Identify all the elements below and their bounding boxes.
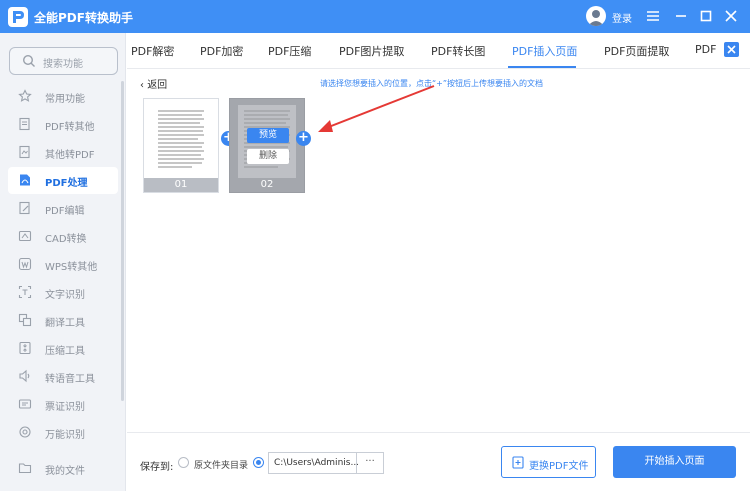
- sidebar-item-label: CAD转换: [45, 234, 87, 245]
- sidebar-item-label: WPS转其他: [45, 262, 98, 273]
- sidebar-item-label: PDF处理: [45, 178, 88, 189]
- active-tab-indicator: [508, 66, 576, 68]
- page-number: 02: [230, 178, 304, 192]
- sidebar-item-compress[interactable]: 压缩工具: [8, 335, 118, 362]
- tab-pdf-insert-page[interactable]: PDF插入页面: [512, 43, 577, 59]
- sidebar-item-pdf-to-other[interactable]: PDF转其他: [8, 111, 118, 138]
- minimize-icon[interactable]: [673, 7, 689, 25]
- sidebar-item-label: 票证识别: [45, 402, 85, 413]
- output-path-value: C:\Users\Adminis...: [274, 458, 360, 468]
- sidebar-item-label: PDF转其他: [45, 122, 95, 133]
- compress-icon: [19, 341, 31, 355]
- save-to-label: 保存到:: [140, 462, 174, 473]
- sidebar-item-wps[interactable]: WPS转其他: [8, 251, 118, 278]
- tab-close-icon[interactable]: [724, 42, 739, 57]
- sidebar-item-label: PDF编辑: [45, 206, 85, 217]
- sidebar-item-label: 其他转PDF: [45, 150, 95, 161]
- sidebar-item-speech[interactable]: 转语音工具: [8, 363, 118, 390]
- page-number: 01: [144, 178, 218, 192]
- tab-pdf-page-extract[interactable]: PDF页面提取: [604, 43, 669, 59]
- browse-button[interactable]: ···: [356, 453, 383, 473]
- wps-icon: [18, 257, 32, 271]
- replace-pdf-label: 更换PDF文件: [529, 461, 589, 472]
- sidebar-item-my-files[interactable]: 我的文件: [8, 455, 118, 482]
- page-thumbnail-01[interactable]: 01: [143, 98, 219, 193]
- sidebar-item-label: 压缩工具: [45, 346, 85, 357]
- tab-bar: PDF解密 PDF加密 PDF压缩 PDF图片提取 PDF转长图 PDF插入页面…: [127, 33, 750, 69]
- universal-recognize-icon: [19, 426, 31, 438]
- radio-source-dir[interactable]: [178, 457, 189, 468]
- sidebar-item-translate[interactable]: 翻译工具: [8, 307, 118, 334]
- sidebar-item-pdf-edit[interactable]: PDF编辑: [8, 195, 118, 222]
- search-icon: [22, 54, 35, 67]
- translate-icon: [18, 313, 32, 327]
- speech-icon: [19, 369, 30, 383]
- sidebar-item-ticket[interactable]: 票证识别: [8, 391, 118, 418]
- maximize-icon[interactable]: [698, 7, 714, 25]
- search-placeholder: 搜索功能: [43, 59, 83, 70]
- replace-pdf-button[interactable]: 更换PDF文件: [501, 446, 596, 478]
- ticket-icon: [18, 399, 32, 409]
- annotation-arrow-icon: [318, 85, 435, 132]
- app-logo-icon: [8, 7, 28, 27]
- sidebar-item-label: 我的文件: [45, 466, 85, 477]
- close-icon[interactable]: [723, 7, 739, 25]
- tab-pdf-decrypt[interactable]: PDF解密: [131, 43, 174, 59]
- app-title: 全能PDF转换助手: [34, 11, 133, 25]
- ocr-icon: [18, 285, 32, 299]
- search-input[interactable]: 搜索功能: [9, 47, 118, 75]
- back-link[interactable]: ‹ 返回: [140, 76, 167, 91]
- back-label: 返回: [147, 80, 168, 91]
- page-thumbnail-02[interactable]: 预览 删除 02: [229, 98, 305, 193]
- delete-button[interactable]: 删除: [247, 149, 289, 164]
- sidebar-item-label: 文字识别: [45, 290, 85, 301]
- radio-source-dir-label: 原文件夹目录: [194, 461, 249, 471]
- tab-pdf-more[interactable]: PDF: [695, 43, 716, 56]
- tab-pdf-encrypt[interactable]: PDF加密: [200, 43, 243, 59]
- tab-pdf-to-long-image[interactable]: PDF转长图: [431, 43, 485, 59]
- insert-plus-icon[interactable]: +: [296, 131, 311, 146]
- avatar[interactable]: [586, 6, 606, 26]
- sidebar: 搜索功能 常用功能 PDF转其他 其他转PDF PDF处理 PDF编辑 CAD转…: [0, 33, 126, 491]
- pdf-process-icon: [20, 174, 30, 186]
- sidebar-item-ocr[interactable]: 文字识别: [8, 279, 118, 306]
- sidebar-item-label: 转语音工具: [45, 374, 95, 385]
- preview-button[interactable]: 预览: [247, 128, 289, 143]
- pdf-edit-icon: [19, 201, 30, 215]
- sidebar-item-pdf-process[interactable]: PDF处理: [8, 167, 118, 194]
- menu-icon[interactable]: [645, 7, 661, 25]
- title-bar: 全能PDF转换助手 登录: [0, 0, 750, 33]
- bottom-bar: 保存到: 原文件夹目录 C:\Users\Adminis... ··· 更换PD…: [127, 432, 750, 491]
- sidebar-item-universal[interactable]: 万能识别: [8, 419, 118, 446]
- sidebar-item-cad[interactable]: CAD转换: [8, 223, 118, 250]
- file-add-icon: [512, 456, 524, 469]
- output-path-field[interactable]: C:\Users\Adminis... ···: [268, 452, 384, 474]
- my-files-icon: [18, 463, 32, 474]
- sidebar-item-other-to-pdf[interactable]: 其他转PDF: [8, 139, 118, 166]
- radio-custom-path[interactable]: [253, 457, 264, 468]
- sidebar-item-label: 翻译工具: [45, 318, 85, 329]
- sidebar-scrollbar[interactable]: [121, 81, 124, 401]
- tab-pdf-compress[interactable]: PDF压缩: [268, 43, 311, 59]
- document-thumbnail: [152, 105, 210, 178]
- login-link[interactable]: 登录: [612, 10, 632, 25]
- star-icon: [18, 89, 32, 102]
- sidebar-item-common[interactable]: 常用功能: [8, 83, 118, 110]
- pdf-export-icon: [19, 117, 30, 131]
- pdf-import-icon: [19, 145, 30, 159]
- sidebar-item-label: 常用功能: [45, 94, 85, 105]
- cad-icon: [18, 230, 32, 242]
- start-insert-button[interactable]: 开始插入页面: [613, 446, 736, 478]
- tab-pdf-image-extract[interactable]: PDF图片提取: [339, 43, 404, 59]
- sidebar-item-label: 万能识别: [45, 430, 85, 441]
